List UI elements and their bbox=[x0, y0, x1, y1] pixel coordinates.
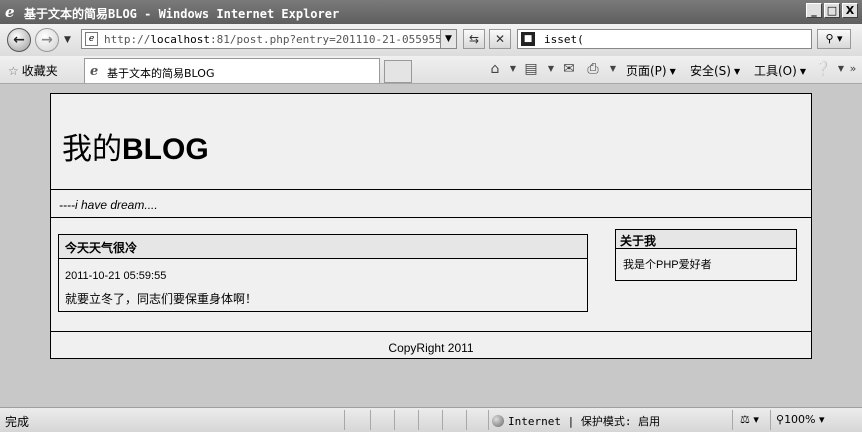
security-zone[interactable]: Internet | 保护模式: 启用 bbox=[492, 413, 660, 429]
help-icon[interactable]: ❔ bbox=[814, 60, 832, 78]
status-divider bbox=[770, 410, 771, 430]
refresh-button[interactable]: ⇆ bbox=[463, 29, 485, 49]
home-dropdown[interactable]: ▼ bbox=[504, 60, 522, 78]
favorites-button[interactable]: ☆ 收藏夹 bbox=[8, 62, 58, 79]
post-body: 就要立冬了，同志们要保重身体啊！ bbox=[65, 292, 258, 306]
window-title-bar: e 基于文本的简易BLOG - Windows Internet Explore… bbox=[0, 0, 862, 24]
about-box: 关于我 我是个PHP爱好者 bbox=[615, 229, 797, 281]
page-viewport: 我的BLOG ----i have dream.... 今天天气很冷 2011-… bbox=[6, 85, 856, 407]
recent-pages-dropdown[interactable]: ▼ bbox=[64, 35, 71, 45]
page-menu[interactable]: 页面(P) ▼ bbox=[626, 62, 676, 79]
blog-header: 我的BLOG bbox=[51, 94, 811, 190]
stop-icon: ✕ bbox=[494, 32, 506, 46]
print-dropdown[interactable]: ▼ bbox=[604, 60, 622, 78]
status-divider bbox=[442, 410, 443, 430]
blog-footer: CopyRight 2011 bbox=[51, 331, 811, 358]
blog-title: 我的BLOG bbox=[62, 133, 209, 166]
blog-tagline: ----i have dream.... bbox=[51, 191, 811, 218]
status-divider bbox=[344, 410, 345, 430]
address-toolbar: ← → ▼ e http://localhost:81/post.php?ent… bbox=[0, 24, 862, 56]
home-icon[interactable]: ⌂ bbox=[486, 60, 504, 78]
more-commands-icon[interactable]: » bbox=[844, 60, 862, 78]
about-title: 关于我 bbox=[616, 230, 796, 249]
post-date: 2011-10-21 05:59:55 bbox=[65, 270, 167, 282]
url-text[interactable]: http://localhost:81/post.php?entry=20111… bbox=[104, 33, 442, 46]
ie-page-icon: e bbox=[90, 64, 99, 79]
back-arrow-icon: ← bbox=[13, 32, 25, 48]
new-tab-button[interactable] bbox=[384, 60, 412, 83]
favorites-label: 收藏夹 bbox=[21, 64, 58, 78]
blog-container: 我的BLOG ----i have dream.... 今天天气很冷 2011-… bbox=[50, 93, 812, 359]
address-bar[interactable]: e http://localhost:81/post.php?entry=201… bbox=[81, 29, 457, 49]
window-title: 基于文本的简易BLOG - Windows Internet Explorer bbox=[24, 7, 340, 21]
search-icon: ⚲ ▾ bbox=[825, 32, 843, 45]
refresh-icon: ⇆ bbox=[468, 32, 480, 46]
status-divider bbox=[394, 410, 395, 430]
ie-logo-icon: e bbox=[5, 3, 15, 21]
rss-feed-icon[interactable]: ▤ bbox=[522, 60, 540, 78]
protected-mode-icon[interactable]: ⚖ ▾ bbox=[740, 413, 759, 426]
post-title: 今天天气很冷 bbox=[59, 235, 587, 259]
search-provider-icon[interactable]: ■ bbox=[521, 32, 535, 46]
tab-title: 基于文本的简易BLOG bbox=[107, 67, 215, 80]
status-divider bbox=[488, 410, 489, 430]
page-icon: e bbox=[85, 32, 98, 46]
status-bar: 完成 Internet | 保护模式: 启用 ⚖ ▾ ⚲100% ▾ bbox=[0, 407, 862, 432]
zoom-control[interactable]: ⚲100% ▾ bbox=[776, 413, 825, 426]
window-controls: _ □ X bbox=[806, 3, 858, 18]
star-icon: ☆ bbox=[8, 64, 19, 78]
post-card: 今天天气很冷 2011-10-21 05:59:55 就要立冬了，同志们要保重身… bbox=[58, 234, 588, 312]
feeds-dropdown[interactable]: ▼ bbox=[542, 60, 560, 78]
about-body: 我是个PHP爱好者 bbox=[623, 259, 712, 271]
forward-button[interactable]: → bbox=[35, 28, 59, 52]
forward-arrow-icon: → bbox=[41, 32, 53, 48]
tab-current[interactable]: e 基于文本的简易BLOG bbox=[84, 58, 380, 83]
safety-menu[interactable]: 安全(S) ▼ bbox=[690, 62, 740, 79]
search-input[interactable] bbox=[544, 31, 804, 47]
stop-button[interactable]: ✕ bbox=[489, 29, 511, 49]
status-divider bbox=[466, 410, 467, 430]
status-divider bbox=[732, 410, 733, 430]
close-button[interactable]: X bbox=[842, 3, 858, 18]
print-icon[interactable]: ⎙ bbox=[584, 60, 602, 78]
status-divider bbox=[418, 410, 419, 430]
address-dropdown-button[interactable]: ▼ bbox=[440, 30, 456, 48]
tools-menu[interactable]: 工具(O) ▼ bbox=[754, 62, 806, 79]
globe-icon bbox=[492, 415, 504, 427]
back-button[interactable]: ← bbox=[7, 28, 31, 52]
tagline-text: ----i have dream.... bbox=[59, 198, 158, 212]
mail-icon[interactable]: ✉ bbox=[560, 60, 578, 78]
search-box[interactable]: ■ bbox=[517, 29, 812, 49]
minimize-button[interactable]: _ bbox=[806, 3, 822, 18]
zoom-icon: ⚲ bbox=[776, 413, 785, 426]
search-button[interactable]: ⚲ ▾ bbox=[817, 29, 851, 49]
status-text: 完成 bbox=[5, 415, 30, 429]
status-divider bbox=[370, 410, 371, 430]
maximize-button[interactable]: □ bbox=[824, 3, 840, 18]
footer-copyright: CopyRight 2011 bbox=[388, 341, 474, 355]
command-bar: ☆ 收藏夹 e 基于文本的简易BLOG ⌂ ▼ ▤ ▼ ✉ ⎙ ▼ 页面(P) ▼ … bbox=[0, 56, 862, 84]
